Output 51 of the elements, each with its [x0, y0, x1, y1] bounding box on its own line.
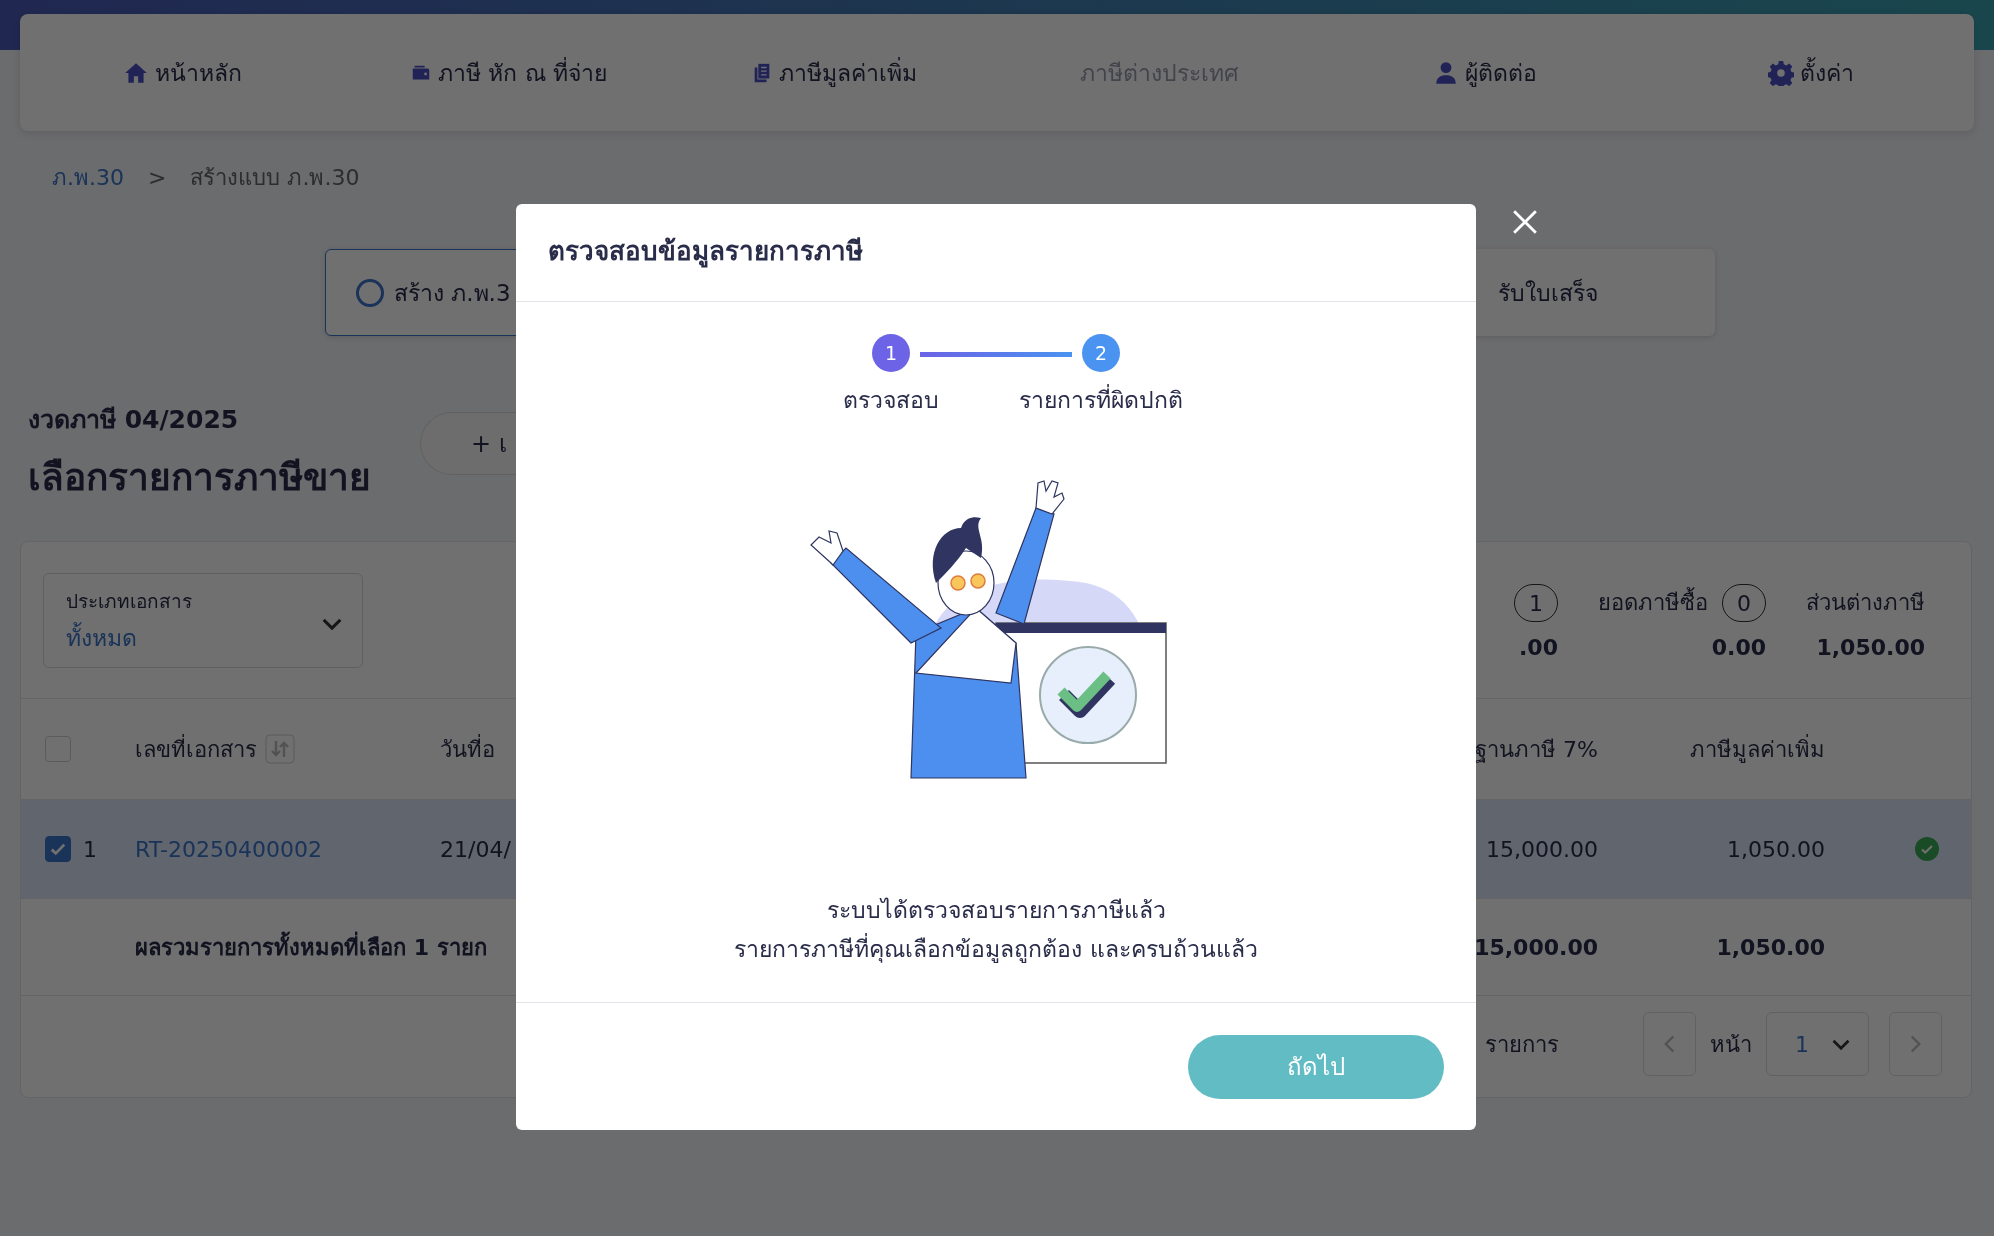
nav-link[interactable]: ผู้ติดต่อ [1433, 54, 1538, 91]
previous-page-button[interactable] [1643, 1012, 1696, 1076]
breadcrumb-current: สร้างแบบ ภ.พ.30 [190, 163, 360, 192]
summary-amount: .00 [1519, 634, 1558, 660]
summary-amount: 0.00 [1711, 634, 1766, 660]
nav-link[interactable]: ภาษีมูลค่าเพิ่ม [751, 54, 918, 91]
step-label: รายการที่ผิดปกติ [1019, 382, 1183, 418]
document-type-select[interactable]: ประเภทเอกสาร ทั้งหมด [43, 572, 363, 668]
tax-period: งวดภาษี 04/2025 [28, 404, 240, 436]
settings-icon [1768, 59, 1795, 86]
breadcrumb-separator: > [148, 164, 167, 190]
nav-link[interactable]: ตั้งค่า [1768, 54, 1855, 91]
column-header: เลขที่เอกสาร [135, 733, 257, 764]
column-header: ภาษีมูลค่าเพิ่ม [1690, 736, 1825, 762]
row-checkbox[interactable] [45, 836, 71, 862]
total-cell: 1,050.00 [1716, 934, 1825, 960]
total-cell: 15,000.00 [1474, 934, 1598, 960]
items-label: รายการ [1485, 1030, 1559, 1059]
next-button[interactable]: ถัดไป [1188, 1034, 1444, 1099]
column-header: วันที่อ [440, 736, 495, 762]
progress-step[interactable]: รับใบเสร็จ [1498, 249, 1715, 336]
document-link[interactable]: RT-20250400002 [135, 836, 322, 862]
dialog-message: รายการภาษีที่คุณเลือกข้อมูลถูกต้อง และครบถ้วนแล้ว [734, 930, 1258, 969]
summary-label: ส่วนต่างภาษี [1806, 589, 1925, 617]
chevron-right-icon [1910, 1035, 1921, 1053]
step-circle-icon [356, 278, 384, 307]
page-label: หน้า [1710, 1030, 1752, 1059]
chevron-left-icon [1664, 1035, 1675, 1053]
total-label: ผลรวมรายการทั้งหมดที่เลือก 1 รายก [135, 929, 487, 965]
breadcrumb-link[interactable]: ภ.พ.30 [52, 159, 124, 195]
page-select[interactable]: 1 [1766, 1012, 1869, 1076]
nav-link[interactable]: ภาษี หัก ณ ที่จ่าย [410, 54, 607, 91]
step-number: 2 [1082, 334, 1120, 372]
summary-label: ยอดภาษีซื้อ [1598, 585, 1708, 620]
step-label: ตรวจสอบ [843, 386, 939, 415]
summary-amount: 1,050.00 [1816, 634, 1925, 660]
table-cell: 1,050.00 [1727, 836, 1825, 862]
close-icon[interactable] [1512, 209, 1538, 235]
chevron-down-icon [322, 617, 342, 630]
dialog-message: ระบบได้ตรวจสอบรายการภาษีแล้ว [825, 896, 1167, 925]
row-number: 1 [83, 836, 97, 862]
chevron-down-icon [1832, 1038, 1850, 1050]
sort-icon[interactable] [265, 734, 295, 764]
dialog-title: ตรวจสอบข้อมูลรายการภาษี [516, 204, 1476, 302]
page-heading: เลือกรายการภาษีขาย [28, 455, 372, 501]
nav-link[interactable]: หน้าหลัก [123, 54, 243, 91]
table-cell: 15,000.00 [1486, 836, 1598, 862]
column-header: ฐานภาษี 7% [1475, 736, 1598, 762]
table-cell: 21/04/ [440, 836, 511, 862]
next-page-button[interactable] [1889, 1012, 1942, 1076]
step-number: 1 [872, 334, 910, 372]
